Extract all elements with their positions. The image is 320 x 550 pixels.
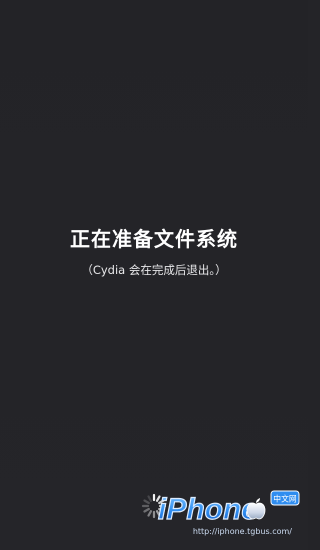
apple-icon	[246, 498, 266, 520]
watermark-logo-text: iPhone	[158, 493, 258, 526]
status-subtitle: （Cydia 会在完成后退出。）	[81, 263, 227, 277]
chinese-site-badge-text: 中文网	[273, 493, 297, 503]
iphone-logo-watermark: iPhone 中文网	[157, 490, 300, 527]
tgbus-iphone-watermark: iPhone 中文网 http://iphone.tgbus.com/	[152, 486, 302, 544]
spinner-icon	[141, 493, 167, 519]
status-title: 正在准备文件系统	[70, 227, 238, 251]
watermark-url: http://iphone.tgbus.com/	[192, 527, 292, 536]
chinese-site-badge: 中文网	[270, 490, 300, 506]
boot-screen: 正在准备文件系统 （Cydia 会在完成后退出。） iPhone 中文网 htt…	[0, 0, 308, 550]
